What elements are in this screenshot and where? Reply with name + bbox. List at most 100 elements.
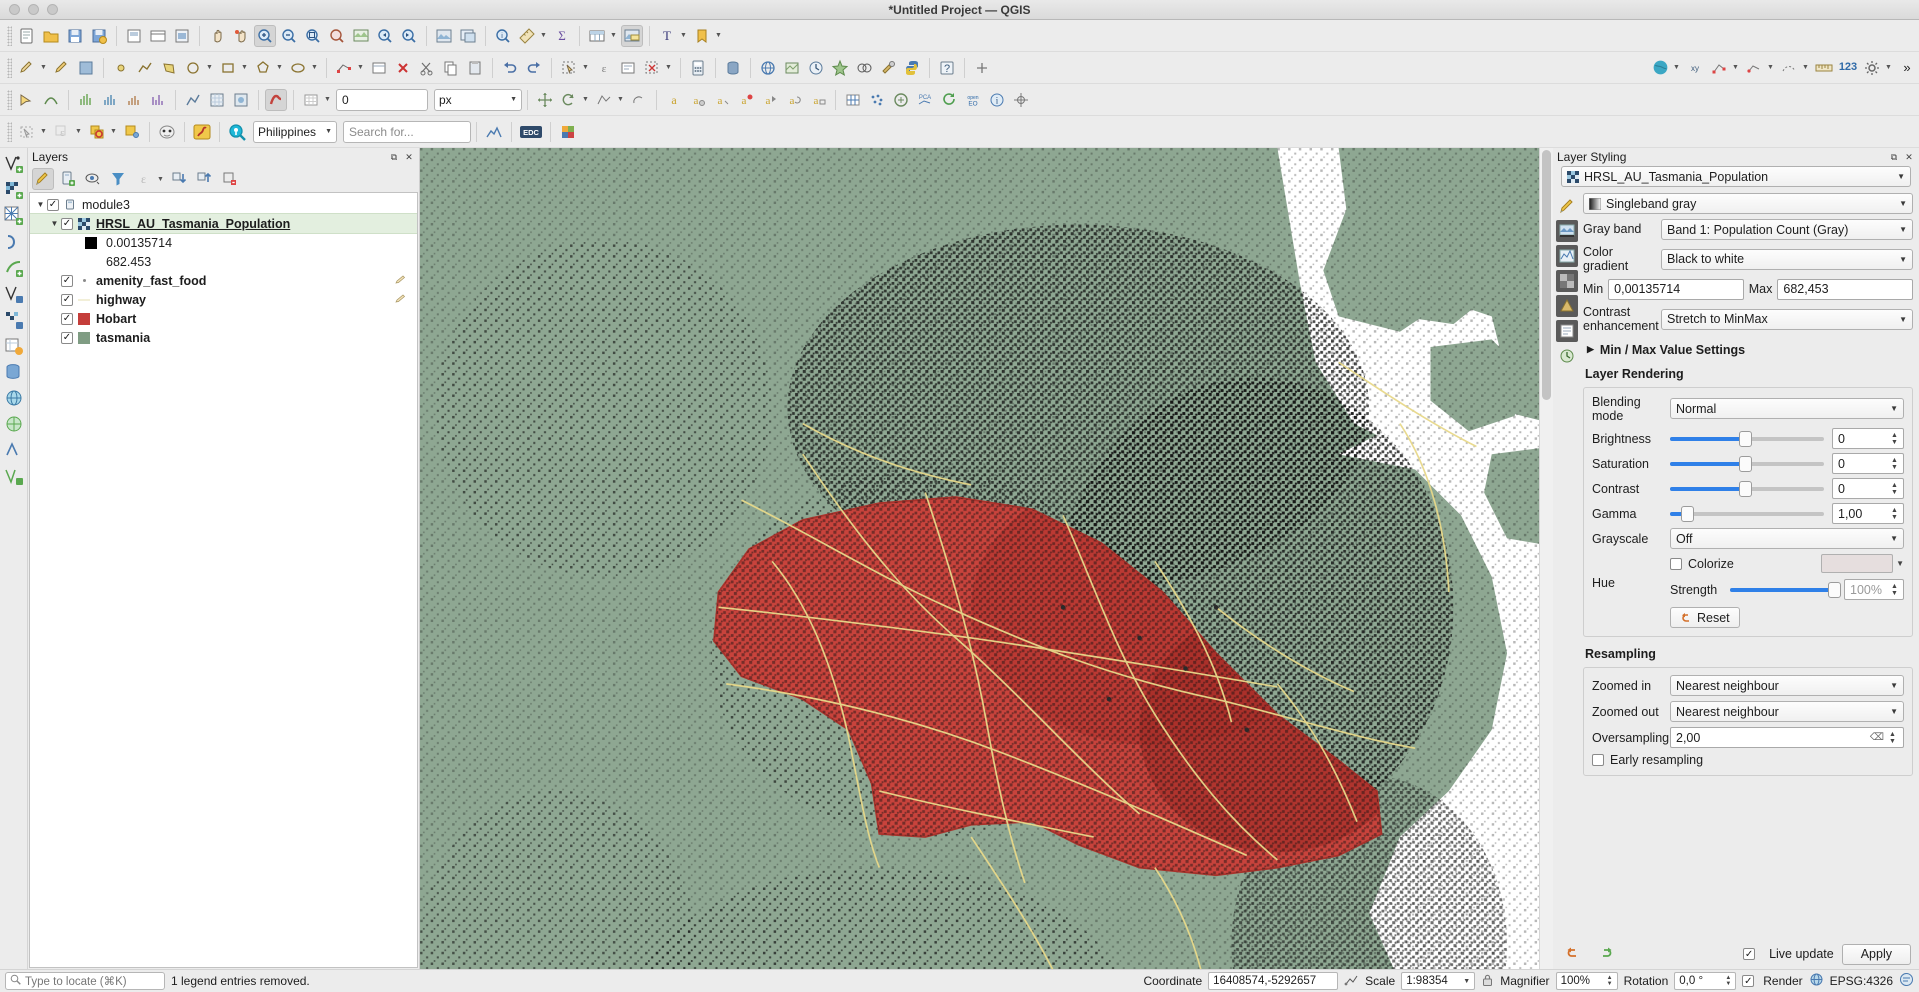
tab-rendering[interactable] — [1556, 270, 1578, 292]
magnifier-field[interactable]: 100% ▲ ▼ — [1555, 972, 1618, 990]
tab-metadata[interactable] — [1556, 320, 1578, 342]
brightness-spinbox[interactable]: 0 ▲ ▼ — [1832, 428, 1904, 450]
chevron-down-icon[interactable]: ▼ — [1896, 559, 1904, 568]
zoom-to-selection-icon[interactable] — [326, 25, 348, 47]
save-project-icon[interactable] — [64, 25, 86, 47]
spinner-arrows-icon[interactable]: ▲ ▼ — [1607, 975, 1613, 987]
add-regular-polygon-icon[interactable] — [252, 57, 274, 79]
cut-features-icon[interactable] — [416, 57, 438, 79]
new-mesh-layer-icon[interactable] — [2, 204, 26, 228]
copy-style-dropdown-arrow[interactable]: ▼ — [109, 121, 118, 143]
attribute-table-dropdown-arrow[interactable]: ▼ — [609, 25, 618, 47]
copy-features-icon[interactable] — [440, 57, 462, 79]
copy-style-icon[interactable] — [86, 121, 108, 143]
select-features-icon[interactable] — [558, 57, 580, 79]
add-circle-icon[interactable] — [182, 57, 204, 79]
virtual-layer-icon[interactable] — [890, 89, 912, 111]
globe-icon[interactable] — [1649, 57, 1671, 79]
snapping-options-icon[interactable] — [1743, 57, 1765, 79]
raster-calculator-icon[interactable] — [206, 89, 228, 111]
show-hide-labels-icon[interactable]: a — [735, 89, 757, 111]
messages-log-icon[interactable] — [1899, 972, 1914, 990]
current-edits-dropdown-arrow[interactable]: ▼ — [39, 57, 48, 79]
edc-plugin-icon[interactable]: EDC — [518, 121, 544, 143]
open-field-calculator-icon[interactable] — [687, 57, 709, 79]
reload-plugins-icon[interactable] — [938, 89, 960, 111]
crosshair-icon[interactable] — [1010, 89, 1032, 111]
zoom-in-icon[interactable] — [254, 24, 276, 47]
new-spatialite-icon[interactable] — [2, 256, 26, 280]
map-canvas[interactable] — [420, 148, 1553, 969]
expand-collapse-icon[interactable]: ▼ — [34, 200, 47, 209]
close-panel-button[interactable]: ✕ — [1903, 151, 1915, 163]
locator-search-input[interactable]: Type to locate (⌘K) — [5, 972, 165, 990]
identify-features-icon[interactable]: i — [492, 25, 514, 47]
tab-histogram[interactable] — [1556, 245, 1578, 267]
pan-map-icon[interactable] — [206, 25, 228, 47]
layout-manager-icon[interactable] — [147, 25, 169, 47]
mesh-layer-icon[interactable] — [842, 89, 864, 111]
filter-legend-expression-icon[interactable]: ε — [132, 168, 154, 190]
clear-icon[interactable]: ⌫ — [1870, 732, 1884, 743]
redo-style-icon[interactable] — [1594, 943, 1616, 965]
tab-symbology[interactable] — [1556, 195, 1578, 217]
add-postgis-icon[interactable] — [2, 360, 26, 384]
rotate-label-icon[interactable]: a — [783, 89, 805, 111]
layers-tree[interactable]: ▼ ✓ module3 ▼ ✓ HRSL_AU_Tasmania_Populat… — [29, 192, 418, 968]
digitize-curve-icon[interactable] — [40, 89, 62, 111]
redo-icon[interactable] — [523, 57, 545, 79]
new-project-icon[interactable] — [16, 25, 38, 47]
save-project-as-icon[interactable] — [88, 25, 110, 47]
edit-pencil-icon[interactable] — [395, 274, 407, 288]
new-print-layout-icon[interactable] — [123, 25, 145, 47]
toolbar-grip[interactable] — [7, 89, 12, 110]
pan-to-selection-icon[interactable] — [230, 25, 252, 47]
layer-tree-node-amenity-fast-food[interactable]: ✓ amenity_fast_food — [30, 271, 417, 290]
bookmarks-icon[interactable] — [691, 25, 713, 47]
deselect-dropdown-arrow[interactable]: ▼ — [664, 57, 673, 79]
help-contents-icon[interactable]: ? — [936, 57, 958, 79]
lock-scale-icon[interactable] — [1481, 973, 1494, 990]
saturation-spinbox[interactable]: 0 ▲ ▼ — [1832, 453, 1904, 475]
vertex-tool-dropdown-arrow[interactable]: ▼ — [356, 57, 365, 79]
visibility-checkbox[interactable]: ✓ — [61, 312, 73, 325]
oversampling-input[interactable]: 2,00 ⌫ ▲ ▼ — [1670, 727, 1904, 749]
pin-labels-icon[interactable]: a — [711, 89, 733, 111]
select-by-expression2-icon[interactable]: ε — [51, 121, 73, 143]
add-rectangle-dropdown-arrow[interactable]: ▼ — [240, 57, 249, 79]
grayscale-combo[interactable]: Off ▼ — [1670, 528, 1904, 550]
simplify-dropdown-arrow[interactable]: ▼ — [616, 89, 625, 111]
layer-tree-node-group[interactable]: ▼ ✓ module3 — [30, 195, 417, 214]
scrollbar-thumb[interactable] — [1542, 150, 1551, 400]
refresh-map-icon[interactable] — [433, 25, 455, 47]
tab-history[interactable] — [1556, 345, 1578, 367]
bookmarks-dropdown-arrow[interactable]: ▼ — [714, 25, 723, 47]
add-rectangle-icon[interactable] — [217, 57, 239, 79]
add-vector-tile-icon[interactable] — [2, 464, 26, 488]
styling-layer-combo[interactable]: HRSL_AU_Tasmania_Population ▼ — [1561, 166, 1911, 187]
add-feature-point-icon[interactable] — [110, 57, 132, 79]
expand-toolbar-icon[interactable]: » — [1896, 57, 1918, 79]
delete-selected-icon[interactable] — [392, 57, 414, 79]
move-label-icon[interactable]: a — [759, 89, 781, 111]
temporal-controller-icon[interactable] — [805, 57, 827, 79]
select-by-value-icon[interactable] — [617, 57, 639, 79]
rotate-dropdown-arrow[interactable]: ▼ — [581, 89, 590, 111]
add-group-icon[interactable] — [57, 168, 79, 190]
rotate-feature-icon[interactable] — [558, 89, 580, 111]
spinner-arrows-icon[interactable]: ▲ ▼ — [1889, 432, 1900, 446]
xy-coordinates-icon[interactable]: xy — [1684, 57, 1706, 79]
toggle-editing-icon[interactable] — [51, 57, 73, 79]
new-text-annotation-icon[interactable]: T — [656, 25, 678, 47]
categorized-histogram-icon[interactable] — [123, 89, 145, 111]
save-layer-edits-icon[interactable] — [75, 57, 97, 79]
saturation-slider[interactable] — [1670, 453, 1824, 474]
layer-tree-node-highway[interactable]: ✓ highway — [30, 290, 417, 309]
gray-band-combo[interactable]: Band 1: Population Count (Gray) ▼ — [1661, 219, 1913, 240]
max-input[interactable]: 682,453 — [1777, 278, 1913, 300]
colorize-checkbox[interactable] — [1670, 557, 1682, 570]
search-location-icon[interactable] — [226, 121, 248, 143]
render-checkbox[interactable]: ✓ — [1742, 975, 1755, 987]
histogram-icon[interactable] — [75, 89, 97, 111]
colorize-color-button[interactable] — [1821, 554, 1894, 574]
